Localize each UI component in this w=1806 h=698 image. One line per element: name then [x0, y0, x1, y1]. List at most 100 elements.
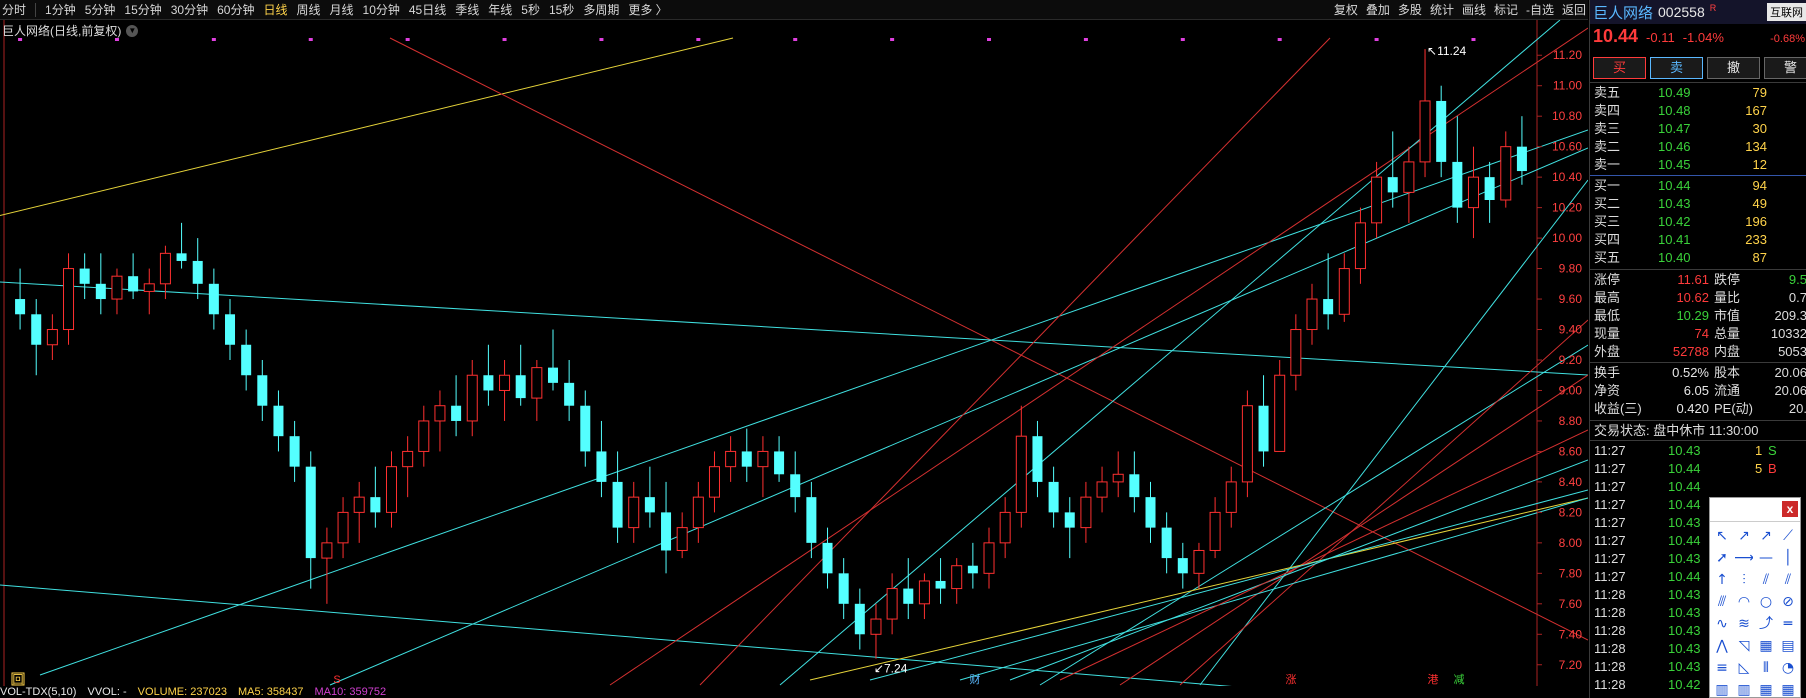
arrow-up-icon[interactable]: ↑	[1711, 568, 1733, 590]
bid-row[interactable]: 买一 10.44 94	[1590, 177, 1806, 195]
stock-name[interactable]: 巨人网络	[1593, 2, 1653, 23]
trend-line[interactable]	[959, 497, 1588, 681]
up-wave-icon[interactable]: ⤴	[1755, 612, 1777, 634]
fib-time-icon[interactable]: ⫴	[1755, 656, 1777, 678]
toolbar-button[interactable]: 标记	[1494, 0, 1518, 20]
candle[interactable]	[1015, 405, 1027, 528]
candle[interactable]	[241, 329, 252, 391]
candle[interactable]	[661, 481, 672, 574]
candle[interactable]	[983, 527, 995, 589]
period-tab[interactable]: 多周期	[583, 0, 619, 20]
candle[interactable]	[483, 344, 494, 406]
candle[interactable]	[903, 558, 914, 620]
toolbar-button[interactable]: 画线	[1462, 0, 1486, 20]
candle[interactable]	[418, 405, 430, 467]
candle[interactable]	[774, 436, 785, 482]
event-flag[interactable]: 回	[13, 673, 24, 686]
trend-line[interactable]	[1039, 344, 1588, 686]
trade-button[interactable]: 警	[1764, 57, 1806, 79]
candle[interactable]	[1064, 497, 1075, 559]
candle[interactable]	[111, 268, 123, 315]
trend-channel-icon[interactable]: ⫻	[1711, 590, 1733, 612]
period-tab[interactable]: 30分钟	[171, 0, 208, 20]
period-tab[interactable]: 10分钟	[363, 0, 400, 20]
trend-line[interactable]	[0, 37, 734, 217]
candle[interactable]	[967, 542, 978, 589]
candle[interactable]	[46, 314, 58, 360]
toolbar-button[interactable]: 多股	[1398, 0, 1422, 20]
candle[interactable]	[628, 481, 640, 543]
event-flag[interactable]: 涨	[1286, 673, 1297, 686]
trend-line[interactable]	[329, 147, 1588, 686]
candle[interactable]	[644, 466, 655, 528]
candle[interactable]	[1419, 49, 1431, 178]
candle[interactable]	[547, 329, 558, 391]
horizontal-line-icon[interactable]: —	[1755, 546, 1777, 568]
parallel-channel-icon[interactable]: ⫽	[1777, 568, 1799, 590]
toolbar-button[interactable]: -自选	[1526, 0, 1554, 20]
candle[interactable]	[128, 253, 139, 300]
bars-alt-icon[interactable]: ▥	[1733, 678, 1755, 698]
candle[interactable]	[1387, 131, 1398, 208]
trend-line[interactable]	[39, 129, 1588, 676]
bid-row[interactable]: 买三 10.42 196	[1590, 213, 1806, 231]
period-tab[interactable]: 日线	[263, 0, 287, 20]
wave-icon[interactable]: ∿	[1711, 612, 1733, 634]
candle[interactable]	[838, 558, 849, 620]
candle[interactable]	[676, 512, 688, 559]
sector-keyword[interactable]: 互联网	[1767, 3, 1806, 21]
candle[interactable]	[402, 436, 414, 498]
arrow-line-icon[interactable]: ➚	[1711, 546, 1733, 568]
period-tab[interactable]: 15分钟	[124, 0, 161, 20]
candle[interactable]	[1161, 512, 1172, 574]
toolbar-button[interactable]: 返回	[1562, 0, 1586, 20]
candle[interactable]	[870, 603, 882, 659]
price-line-icon[interactable]: ═	[1777, 612, 1799, 634]
fib-fan-icon[interactable]: ◺	[1733, 656, 1755, 678]
period-tab[interactable]: 15秒	[549, 0, 574, 20]
gann-box-icon[interactable]: ▦	[1755, 634, 1777, 656]
candle[interactable]	[31, 299, 42, 376]
candle[interactable]	[1177, 542, 1188, 589]
candle[interactable]	[757, 436, 769, 498]
period-tab[interactable]: 更多 〉	[628, 0, 667, 20]
candle[interactable]	[1452, 116, 1463, 223]
wave-alt-icon[interactable]: ≋	[1733, 612, 1755, 634]
candle[interactable]	[95, 253, 106, 315]
gann-fan-icon[interactable]: ◹	[1733, 634, 1755, 656]
candle[interactable]	[434, 390, 446, 452]
parallel-line-icon[interactable]: ⫽	[1755, 568, 1777, 590]
gann-grid-icon[interactable]: ▤	[1777, 634, 1799, 656]
candle[interactable]	[1467, 146, 1479, 239]
ask-row[interactable]: 卖五 10.49 79	[1590, 84, 1806, 102]
candle[interactable]	[1145, 481, 1156, 543]
candle[interactable]	[692, 481, 704, 543]
period-tab[interactable]: 5秒	[521, 0, 540, 20]
candle[interactable]	[1403, 146, 1415, 223]
candle[interactable]	[1225, 466, 1237, 528]
candle[interactable]	[1338, 253, 1350, 322]
trend-line[interactable]	[1179, 319, 1588, 686]
candle[interactable]	[192, 238, 203, 300]
candle[interactable]	[15, 268, 26, 330]
candle[interactable]	[305, 451, 316, 589]
cursor-icon[interactable]: ↖	[1711, 524, 1733, 546]
period-tab[interactable]: 45日线	[409, 0, 446, 20]
fib-retrace-icon[interactable]: ≡	[1711, 656, 1733, 678]
candle[interactable]	[1129, 451, 1140, 513]
straight-line-icon[interactable]: ⟋	[1777, 524, 1799, 546]
candle[interactable]	[806, 481, 817, 559]
period-tab[interactable]: 月线	[330, 0, 354, 20]
candle[interactable]	[225, 299, 236, 360]
candle[interactable]	[143, 268, 155, 315]
candle[interactable]	[1323, 253, 1334, 330]
event-flag[interactable]: S	[333, 674, 340, 686]
horizontal-ray-icon[interactable]: ⟶	[1733, 546, 1755, 568]
candle[interactable]	[273, 390, 284, 452]
ray-icon[interactable]: ↗	[1755, 524, 1777, 546]
candle[interactable]	[1112, 451, 1124, 498]
arc-icon[interactable]: ◠	[1733, 590, 1755, 612]
bars-grid-alt-icon[interactable]: ▦	[1777, 678, 1799, 698]
trend-line[interactable]	[1199, 179, 1588, 686]
bid-row[interactable]: 买二 10.43 49	[1590, 195, 1806, 213]
